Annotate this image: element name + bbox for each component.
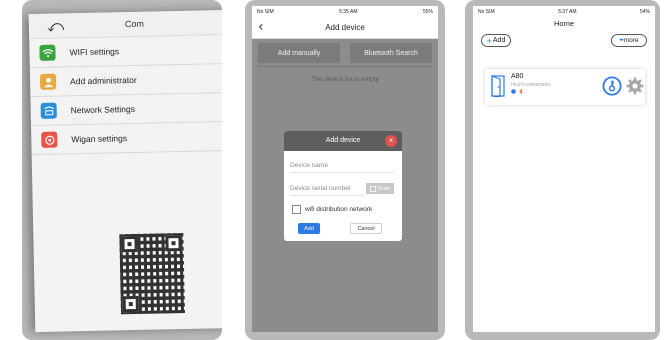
device-top-bar: ⤺ Com <box>28 9 222 40</box>
status-carrier: No SIM <box>257 8 274 15</box>
device-name: A80 <box>511 73 524 80</box>
device-screen-title: Com <box>124 18 145 30</box>
add-manually-button[interactable]: Add manually <box>258 43 340 63</box>
home-screen: No SIM 5:37 AM 54% Home + Add ••• more A… <box>473 6 655 332</box>
more-label: more <box>623 37 639 44</box>
scan-icon <box>370 185 377 192</box>
scan-button[interactable]: Scan <box>366 183 394 194</box>
bluetooth-icon <box>519 89 523 94</box>
key-unlock-icon[interactable] <box>602 76 622 96</box>
qr-finder <box>165 235 182 252</box>
close-icon[interactable]: × <box>385 135 397 147</box>
more-icon: ••• <box>619 37 623 44</box>
screenshot-collage: ⤺ Com WIFI settings Add administrator Ne… <box>0 0 669 340</box>
qr-finder <box>121 235 138 253</box>
menu-item-label: WIFI settings <box>69 46 120 58</box>
serial-number-input[interactable]: Device serial number <box>290 181 364 196</box>
gear-icon[interactable] <box>626 77 644 95</box>
cancel-button[interactable]: Cancel <box>350 223 382 234</box>
add-device-phone: No SIM 5:35 AM 55% ‹ Add device Add manu… <box>245 0 445 340</box>
add-button[interactable]: Add <box>298 223 320 234</box>
page-title: Home <box>553 19 574 28</box>
scan-label: Scan <box>377 185 390 192</box>
network-icon <box>40 102 57 119</box>
wifi-icon <box>39 44 56 61</box>
wifi-icon <box>511 89 516 94</box>
device-photo-panel: ⤺ Com WIFI settings Add administrator Ne… <box>22 0 222 340</box>
more-button[interactable]: ••• more <box>611 34 647 47</box>
status-bar: No SIM 5:35 AM 55% <box>252 6 438 17</box>
menu-item-label: Network Settings <box>70 103 136 116</box>
empty-list-text: The device list is empty <box>311 76 379 83</box>
nav-bar: ‹ Add device <box>252 17 438 39</box>
status-time: 5:37 AM <box>558 8 577 15</box>
add-method-buttons: Add manually Bluetooth Search <box>258 43 432 63</box>
menu-item-label: Wigan settings <box>71 133 128 145</box>
device-screen: ⤺ Com WIFI settings Add administrator Ne… <box>28 9 222 333</box>
status-carrier: No SIM <box>478 8 495 15</box>
device-name-input[interactable]: Device name <box>290 158 394 173</box>
status-time: 5:35 AM <box>339 8 358 15</box>
wifi-distribution-checkbox[interactable] <box>292 205 301 214</box>
user-icon <box>39 73 57 90</box>
door-icon <box>491 75 505 97</box>
divider <box>258 66 432 67</box>
checkbox-label: wifi distribution network <box>305 206 373 213</box>
add-device-dialog: Add device × Device name Device serial n… <box>284 131 402 241</box>
menu-item-label: Add administrator <box>70 74 137 87</box>
menu-item-wigan-settings[interactable]: Wigan settings <box>31 121 222 156</box>
wiegand-icon <box>41 131 58 148</box>
bluetooth-search-button[interactable]: Bluetooth Search <box>350 43 432 63</box>
add-button[interactable]: + Add <box>481 34 511 47</box>
status-battery: 54% <box>639 8 650 15</box>
add-label: Add <box>492 37 506 44</box>
qr-code <box>119 232 185 315</box>
back-icon[interactable]: ⤺ <box>47 16 65 36</box>
page-title: Add device <box>325 23 365 32</box>
device-serial: FE1FCA000003001 <box>511 82 551 87</box>
device-status-icons <box>511 89 523 94</box>
dialog-header: Add device × <box>284 131 402 151</box>
status-bar: No SIM 5:37 AM 54% <box>473 6 655 17</box>
home-toolbar: + Add ••• more <box>473 31 655 51</box>
home-phone: No SIM 5:37 AM 54% Home + Add ••• more A… <box>465 0 660 340</box>
device-card[interactable]: A80 FE1FCA000003001 <box>485 69 645 105</box>
menu-item-network-settings[interactable]: Network Settings <box>30 92 222 127</box>
add-device-screen: No SIM 5:35 AM 55% ‹ Add device Add manu… <box>252 6 438 332</box>
qr-finder <box>122 295 139 313</box>
status-battery: 55% <box>422 8 433 15</box>
menu-item-wifi-settings[interactable]: WIFI settings <box>29 34 222 69</box>
plus-icon: + <box>486 35 492 46</box>
menu-item-add-administrator[interactable]: Add administrator <box>29 63 222 98</box>
